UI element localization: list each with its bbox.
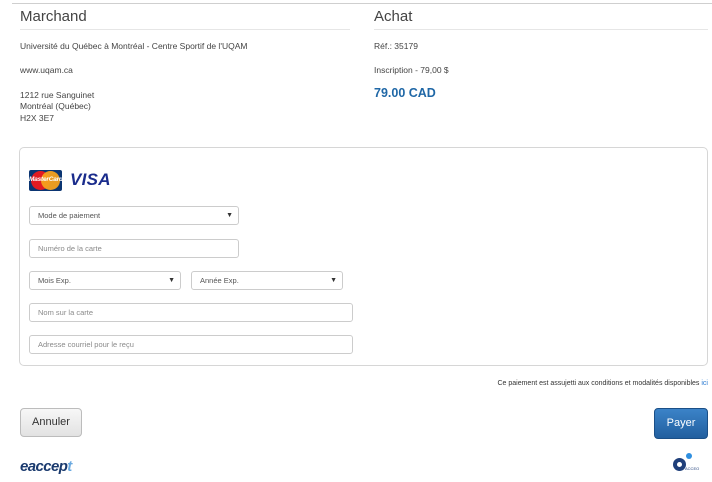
address-line-2: Montréal (Québec) (20, 101, 91, 112)
payment-method-select[interactable]: Mode de paiement ▼ (29, 206, 239, 225)
chevron-down-icon: ▼ (226, 212, 233, 219)
eaccept-logo: eaccept (20, 458, 72, 475)
exp-year-select[interactable]: Année Exp. ▼ (191, 271, 343, 290)
merchant-section: Marchand Université du Québec à Montréal… (20, 8, 350, 124)
acceo-logo: ACCEO (673, 452, 700, 472)
address-line-3: H2X 3E7 (20, 112, 55, 123)
payment-method-value: Mode de paiement (38, 211, 101, 220)
chevron-down-icon: ▼ (330, 277, 337, 284)
mastercard-logo: MasterCard (29, 170, 62, 191)
mastercard-text: MasterCard (29, 176, 62, 183)
card-number-input[interactable]: Numéro de la carte (29, 239, 239, 258)
purchase-heading: Achat (374, 8, 708, 30)
card-name-input[interactable]: Nom sur la carte (29, 303, 353, 322)
top-divider (12, 3, 712, 4)
exp-month-value: Mois Exp. (38, 276, 71, 285)
exp-year-value: Année Exp. (200, 276, 239, 285)
merchant-website: www.uqam.ca (20, 65, 73, 76)
terms-notice: Ce paiement est assujetti aux conditions… (497, 380, 708, 387)
purchase-amount: 79.00 CAD (374, 85, 436, 100)
pay-button[interactable]: Payer (654, 408, 708, 439)
email-input[interactable]: Adresse courriel pour le reçu (29, 335, 353, 354)
chevron-down-icon: ▼ (168, 277, 175, 284)
cancel-button[interactable]: Annuler (20, 408, 82, 437)
purchase-description: Inscription - 79,00 $ (374, 65, 449, 76)
exp-month-select[interactable]: Mois Exp. ▼ (29, 271, 181, 290)
terms-link[interactable]: ici (701, 380, 708, 387)
merchant-heading: Marchand (20, 8, 350, 30)
purchase-reference: Réf.: 35179 (374, 41, 418, 51)
payment-form-panel: MasterCard VISA Mode de paiement ▼ Numér… (19, 147, 708, 366)
terms-text: Ce paiement est assujetti aux conditions… (497, 380, 700, 387)
purchase-section: Achat Réf.: 35179 Inscription - 79,00 $ … (374, 8, 708, 100)
acceo-logo-text: ACCEO (685, 466, 700, 471)
merchant-address: 1212 rue Sanguinet Montréal (Québec) H2X… (20, 90, 350, 124)
visa-logo: VISA (70, 170, 111, 189)
merchant-name: Université du Québec à Montréal - Centre… (20, 41, 248, 51)
address-line-1: 1212 rue Sanguinet (20, 89, 95, 100)
